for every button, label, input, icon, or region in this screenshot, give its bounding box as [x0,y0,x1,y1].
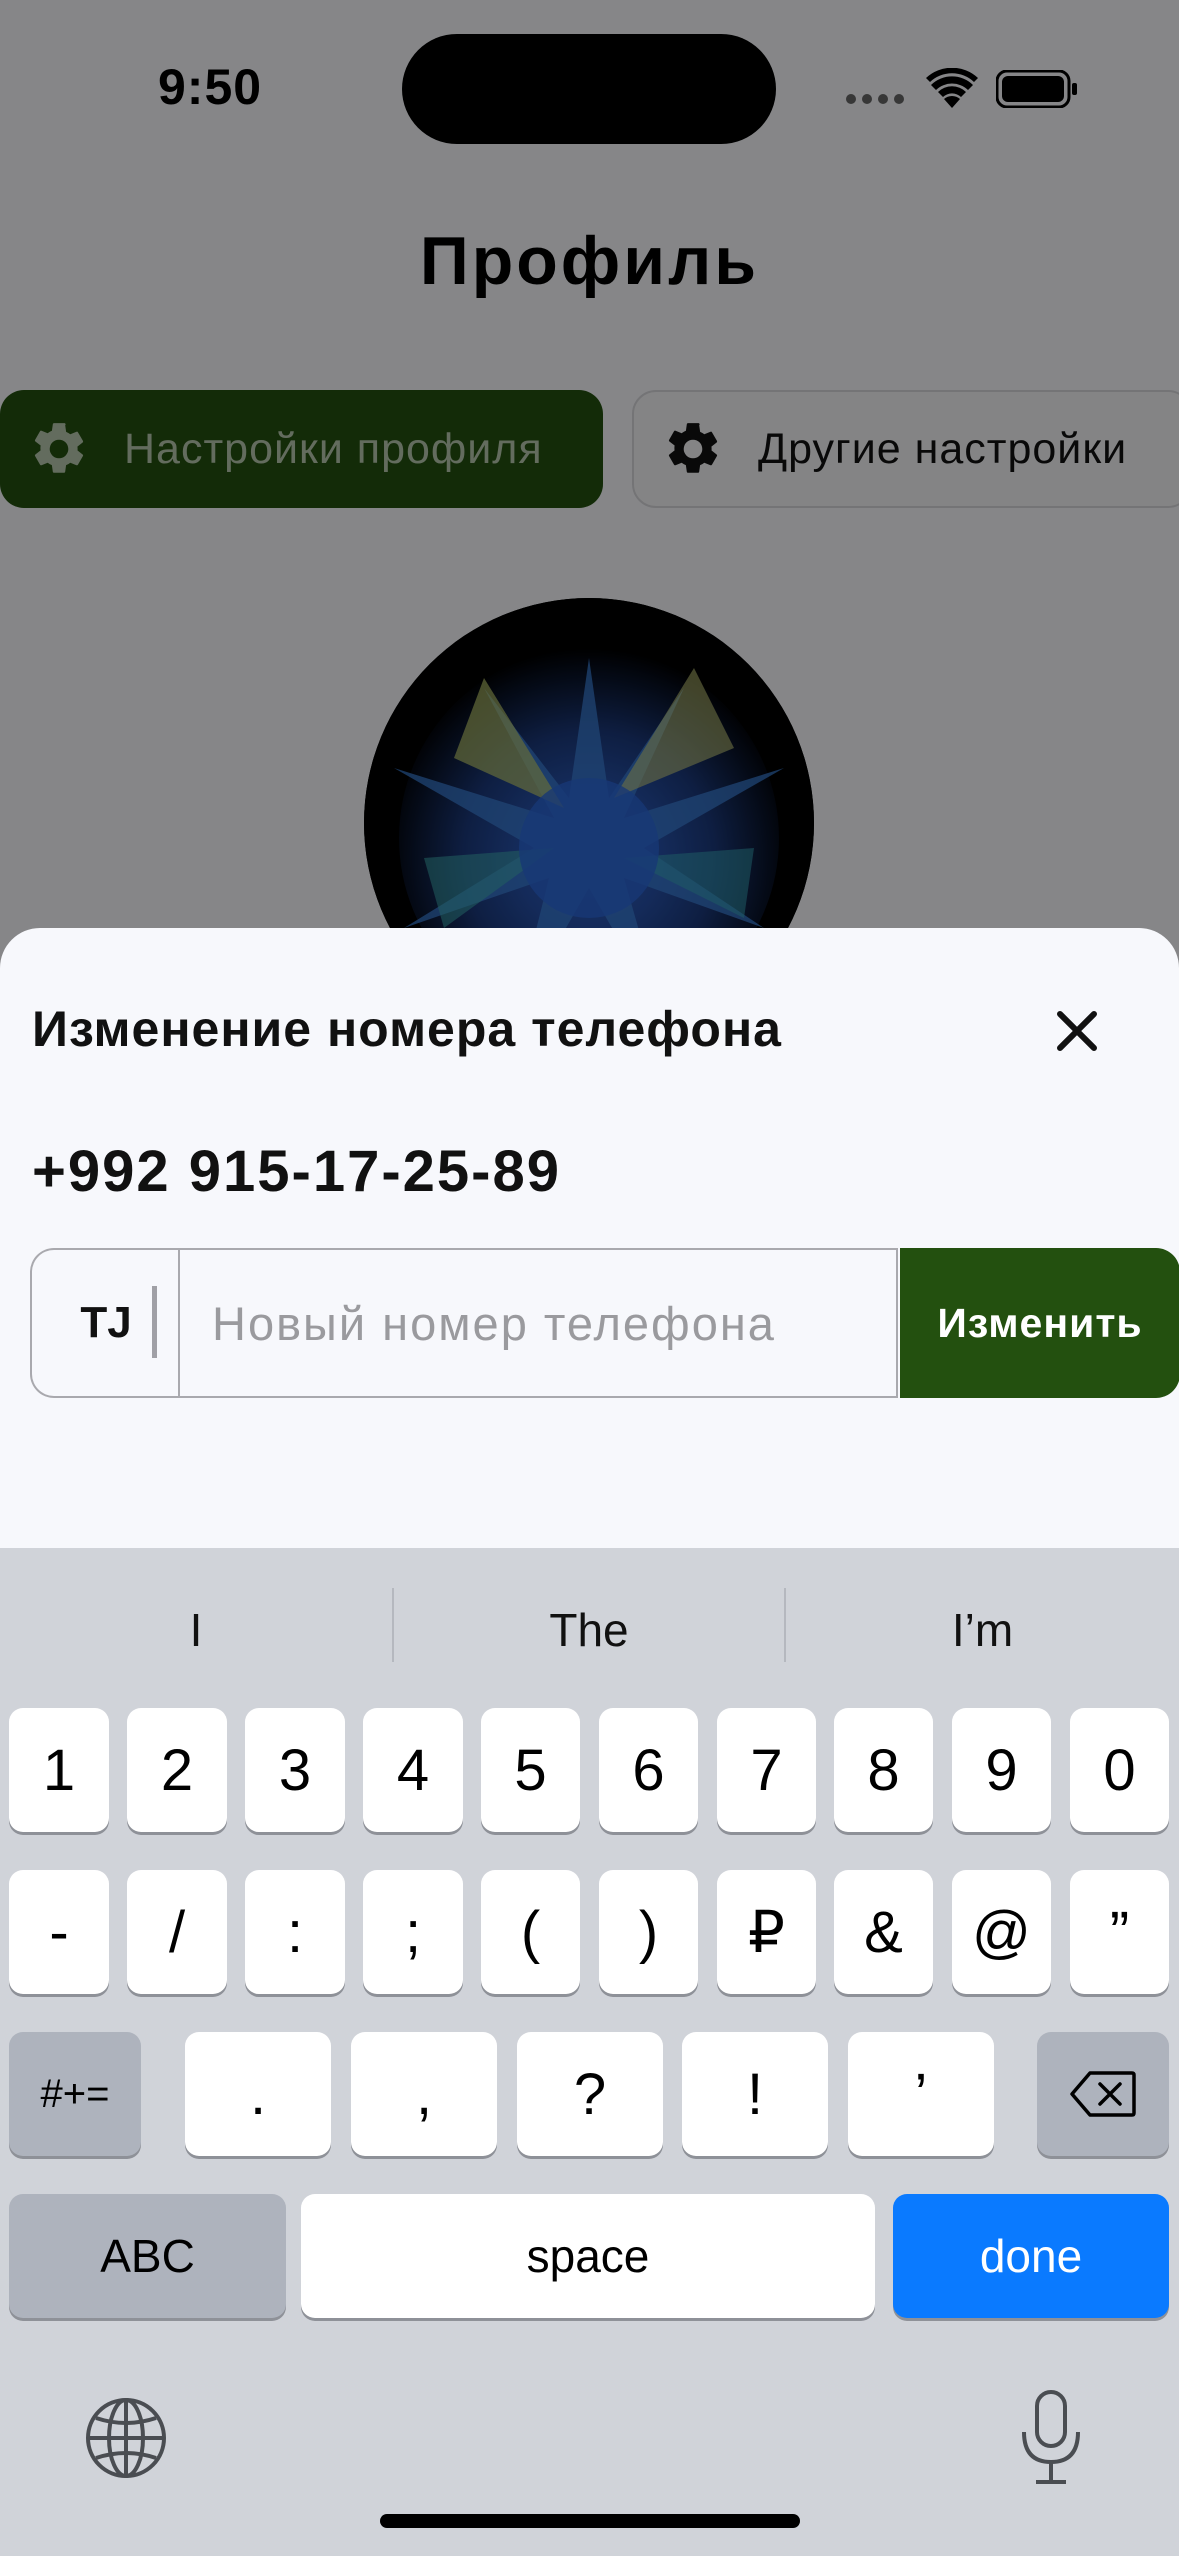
key-open-paren[interactable]: ( [481,1870,580,1994]
key-5[interactable]: 5 [481,1708,580,1832]
key-question[interactable]: ? [517,2032,663,2156]
new-phone-input[interactable] [178,1248,898,1398]
key-period[interactable]: . [185,2032,331,2156]
key-exclamation[interactable]: ! [682,2032,828,2156]
key-0[interactable]: 0 [1070,1708,1169,1832]
globe-icon[interactable] [84,2396,168,2480]
phone-input-row: TJ Изменить [30,1248,1179,1398]
key-colon[interactable]: : [245,1870,345,1994]
backspace-icon [1070,2071,1136,2117]
backspace-key[interactable] [1037,2032,1169,2156]
microphone-icon[interactable] [1018,2390,1084,2486]
key-1[interactable]: 1 [9,1708,109,1832]
key-ruble[interactable]: ₽ [717,1870,816,1994]
sheet-title: Изменение номера телефона [32,1001,782,1057]
screen: 9:50 Профиль Настройки профиля Другие на… [0,0,1179,2556]
change-phone-button[interactable]: Изменить [900,1248,1179,1398]
key-6[interactable]: 6 [599,1708,698,1832]
space-key[interactable]: space [301,2194,875,2318]
key-dash[interactable]: - [9,1870,109,1994]
key-apostrophe[interactable]: ’ [848,2032,994,2156]
key-ampersand[interactable]: & [834,1870,933,1994]
suggestion-1[interactable]: I [0,1590,392,1670]
symbols-key[interactable]: #+= [9,2032,141,2156]
modal-overlay[interactable] [0,0,1179,1000]
key-7[interactable]: 7 [717,1708,816,1832]
key-4[interactable]: 4 [363,1708,463,1832]
key-2[interactable]: 2 [127,1708,227,1832]
key-8[interactable]: 8 [834,1708,933,1832]
current-phone-number: +992 915-17-25-89 [32,1139,562,1204]
key-at[interactable]: @ [952,1870,1051,1994]
key-9[interactable]: 9 [952,1708,1051,1832]
abc-key[interactable]: ABC [9,2194,286,2318]
country-code-selector[interactable]: TJ [30,1248,180,1398]
key-slash[interactable]: / [127,1870,227,1994]
key-3[interactable]: 3 [245,1708,345,1832]
suggestion-3[interactable]: I’m [786,1590,1179,1670]
home-indicator[interactable] [380,2514,800,2528]
suggestion-2[interactable]: The [394,1590,784,1670]
done-key[interactable]: done [893,2194,1169,2318]
key-close-paren[interactable]: ) [599,1870,698,1994]
key-semicolon[interactable]: ; [363,1870,463,1994]
key-quote[interactable]: ” [1070,1870,1169,1994]
text-cursor [152,1286,157,1358]
key-comma[interactable]: , [351,2032,497,2156]
close-icon[interactable] [1046,1000,1108,1062]
